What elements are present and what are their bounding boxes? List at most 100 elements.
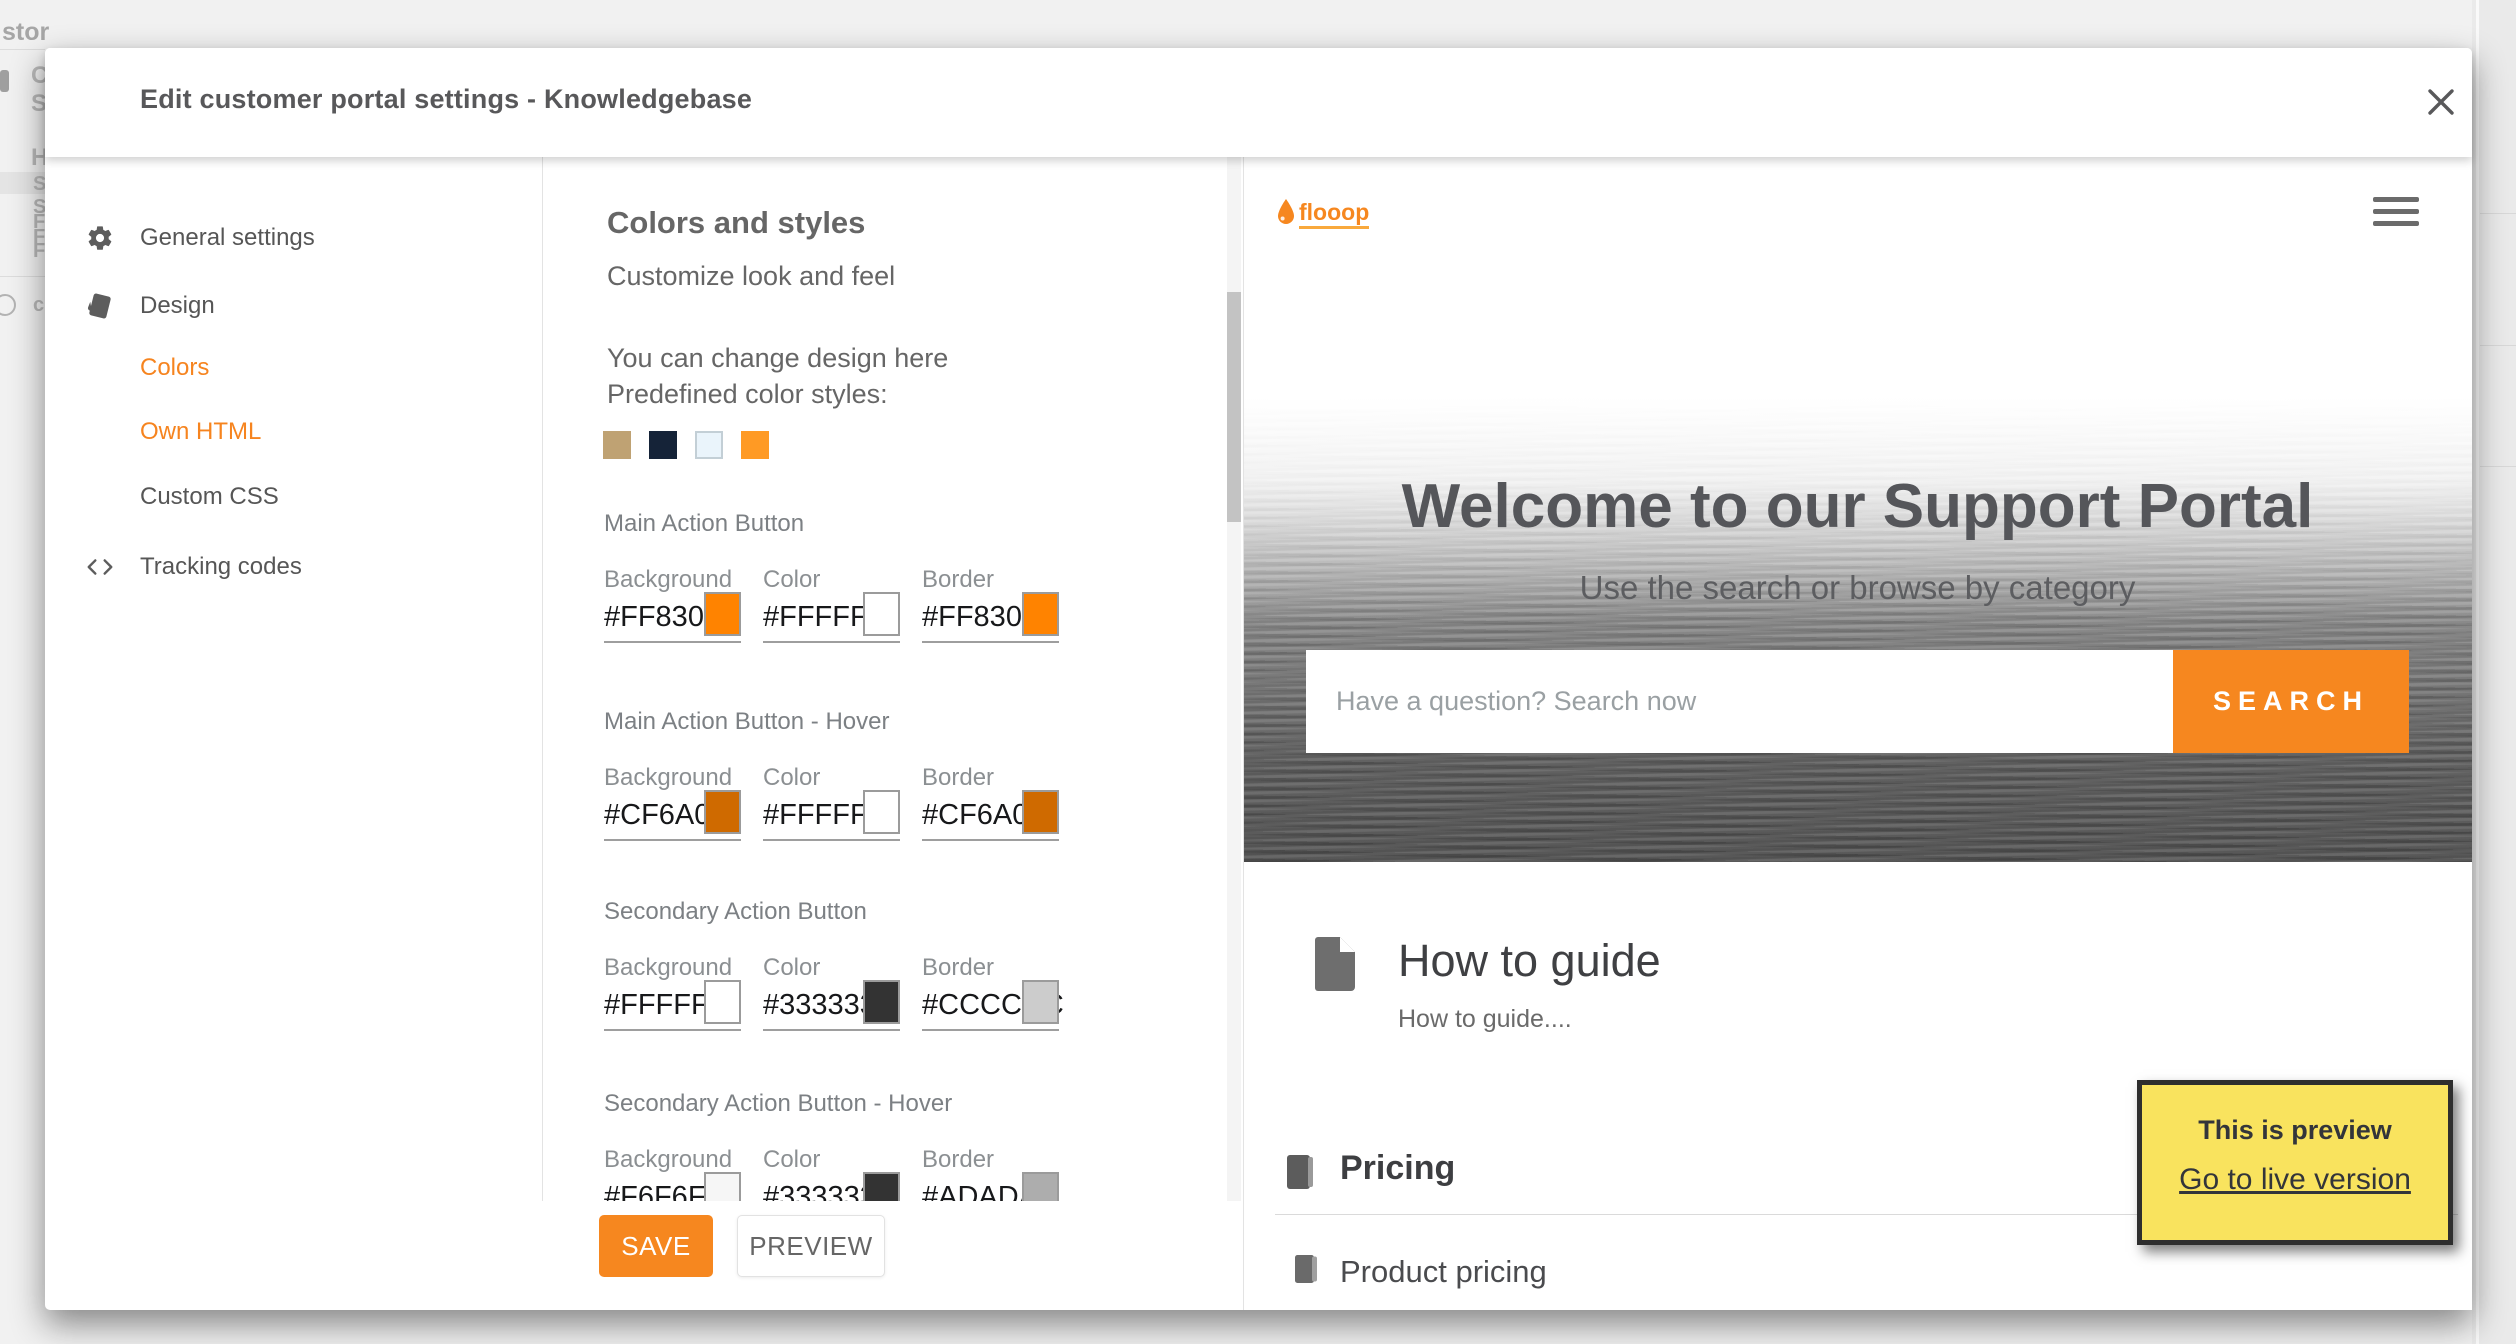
go-to-live-version-link[interactable]: Go to live version [2179, 1163, 2411, 1197]
search-button[interactable]: SEARCH [2173, 650, 2409, 753]
border-color-field: Border #CCCCCC [922, 954, 1064, 1031]
close-icon[interactable] [2423, 84, 2459, 120]
field-label: Border [922, 764, 995, 791]
color-value: #FF8300 [922, 601, 1039, 633]
color-swatch[interactable] [704, 980, 741, 1024]
field-label: Background [604, 954, 733, 981]
sidebar-item-label: Design [140, 292, 215, 319]
modal-header: Edit customer portal settings - Knowledg… [45, 48, 2472, 157]
portal-logo[interactable]: flooop [1277, 199, 1370, 229]
modal-title: Edit customer portal settings - Knowledg… [140, 84, 753, 114]
water-drop-icon [1278, 199, 1294, 224]
panel-footer: SAVE PREVIEW [542, 1201, 1243, 1310]
field-label: Color [763, 1146, 821, 1173]
color-swatch[interactable] [704, 790, 741, 834]
text-color-field: Color #FFFFFF [763, 765, 900, 841]
category-label[interactable]: Product pricing [1340, 1254, 1547, 1290]
article-subtitle: How to guide.... [1398, 1005, 1572, 1033]
sidebar-item-general-settings[interactable]: General settings [45, 216, 542, 260]
search-input[interactable] [1306, 650, 2173, 753]
panel-heading: Colors and styles [607, 205, 866, 240]
color-value-input[interactable]: #FFFFFF [763, 790, 900, 841]
badge-text: This is preview [2198, 1115, 2392, 1145]
backdrop-divider [0, 276, 45, 277]
color-value-input[interactable]: #333333 [763, 980, 900, 1031]
color-swatch[interactable] [863, 790, 900, 834]
preset-color-swatch[interactable] [695, 431, 723, 459]
field-label: Border [922, 954, 995, 981]
panel-description: You can change design here [607, 343, 949, 373]
main-action-button-hover-section: Main Action Button - Hover Background #C… [604, 708, 1124, 841]
article-title[interactable]: How to guide [1398, 935, 1661, 987]
backdrop-right-margin [2472, 0, 2516, 1344]
book-icon [1287, 1155, 1315, 1194]
sidebar-item-colors[interactable]: Colors [45, 346, 542, 390]
color-value: #FF8300 [604, 601, 721, 633]
background-color-field: Background #FFFFFF [604, 955, 741, 1031]
preview-divider [1243, 157, 1244, 1310]
style-icon [85, 291, 115, 321]
color-swatch[interactable] [1022, 790, 1059, 834]
hero-banner: flooop Welcome to our Support Portal Use… [1243, 157, 2472, 862]
color-value-input[interactable]: #FFFFFF [763, 592, 900, 643]
sidebar-divider [542, 157, 543, 1310]
section-title: Main Action Button - Hover [604, 708, 890, 735]
sidebar-item-own-html[interactable]: Own HTML [45, 410, 542, 454]
color-value-input[interactable]: #CF6A00 [922, 790, 1059, 841]
sidebar-item-label: Colors [140, 354, 210, 381]
backdrop-letter: c [33, 294, 45, 316]
backdrop-divider [0, 49, 45, 50]
field-label: Background [604, 764, 733, 791]
preset-color-row [603, 431, 769, 459]
section-title: Main Action Button [604, 510, 805, 537]
backdrop-partial-heading: stor [2, 18, 50, 46]
color-swatch[interactable] [863, 980, 900, 1024]
sidebar-item-custom-css[interactable]: Custom CSS [45, 475, 542, 519]
text-color-field: Color #333333 [763, 955, 900, 1031]
search-bar: SEARCH [1306, 650, 2409, 753]
preview-mode-badge: This is preview Go to live version [2137, 1080, 2453, 1245]
sidebar-item-label: Own HTML [140, 418, 262, 445]
color-value-input[interactable]: #FF8300 [922, 592, 1059, 643]
preset-color-swatch[interactable] [649, 431, 677, 459]
color-swatch[interactable] [863, 592, 900, 636]
color-value-input[interactable]: #CF6A00 [604, 790, 741, 841]
backdrop-icon-fragment [0, 70, 9, 92]
section-title: Secondary Action Button [604, 898, 867, 925]
backdrop-circle-icon [0, 294, 16, 316]
preset-color-swatch[interactable] [603, 431, 631, 459]
save-button[interactable]: SAVE [599, 1215, 713, 1277]
color-swatch[interactable] [1022, 980, 1059, 1024]
color-value-input[interactable]: #FF8300 [604, 592, 741, 643]
preset-color-swatch[interactable] [741, 431, 769, 459]
sidebar-item-tracking-codes[interactable]: Tracking codes [45, 545, 542, 589]
color-value: #333333 [763, 989, 876, 1021]
sidebar-item-label: Custom CSS [140, 483, 279, 510]
panel-scrollbar-thumb[interactable] [1227, 292, 1241, 522]
hamburger-menu-icon[interactable] [2373, 197, 2419, 227]
preview-button[interactable]: PREVIEW [737, 1215, 885, 1277]
category-label[interactable]: Pricing [1340, 1149, 1455, 1188]
field-label: Background [604, 1146, 733, 1173]
hero-subtitle: Use the search or browse by category [1579, 569, 2136, 606]
hero-title: Welcome to our Support Portal [1401, 472, 2314, 541]
color-value-input[interactable]: #CCCCCC [922, 980, 1064, 1031]
edit-portal-settings-modal: Edit customer portal settings - Knowledg… [45, 48, 2472, 1310]
panel-subheading: Customize look and feel [607, 261, 896, 291]
main-action-button-section: Main Action Button Background #FF8300 Co… [604, 510, 1124, 643]
color-swatch[interactable] [704, 592, 741, 636]
background-color-field: Background #CF6A00 [604, 765, 741, 841]
code-icon [85, 552, 115, 582]
color-swatch[interactable] [1022, 592, 1059, 636]
colors-settings-panel: Colors and styles Customize look and fee… [542, 157, 1243, 1310]
field-label: Color [763, 954, 821, 981]
field-label: Border [922, 566, 995, 593]
backdrop-letter: F [33, 240, 46, 262]
sidebar-item-design[interactable]: Design [45, 284, 542, 328]
field-label: Background [604, 566, 733, 593]
screen: stor C S H S S F F F c Edit customer por… [0, 0, 2516, 1344]
panel-preset-label: Predefined color styles: [607, 379, 888, 409]
sidebar-item-label: General settings [140, 224, 315, 251]
color-value-input[interactable]: #FFFFFF [604, 980, 741, 1031]
field-label: Color [763, 566, 821, 593]
